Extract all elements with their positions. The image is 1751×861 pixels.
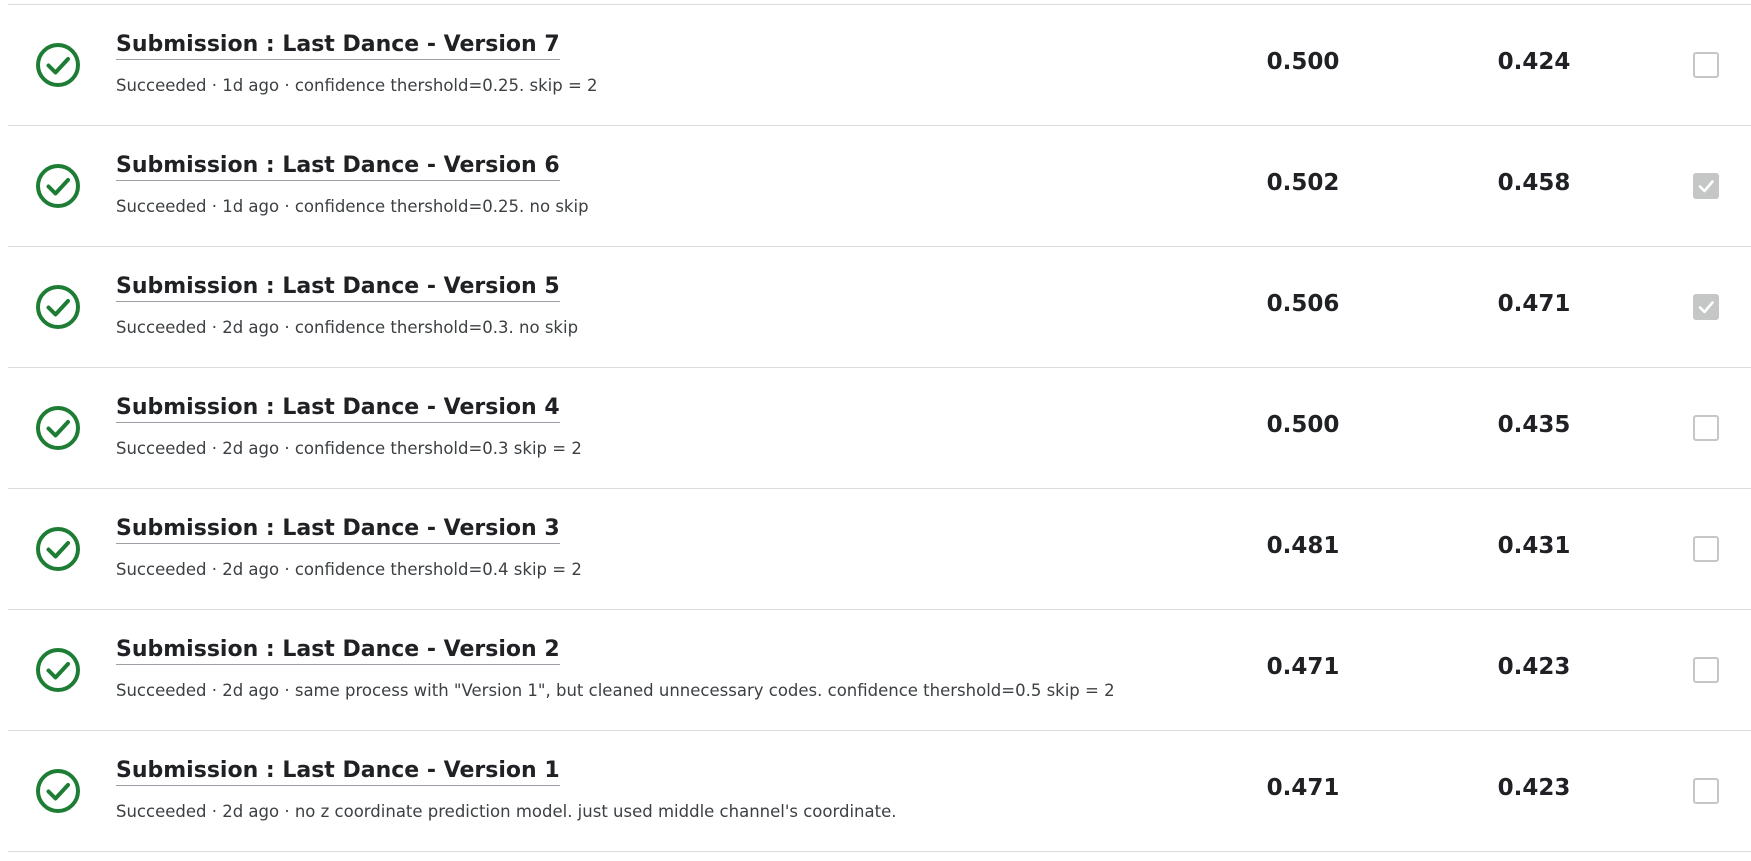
private-score: 0.471 xyxy=(1266,654,1340,680)
select-checkbox[interactable] xyxy=(1693,173,1719,199)
submission-details: Succeeded · 2d ago · confidence thershol… xyxy=(116,318,579,337)
submission-row: Submission : Last Dance - Version 6 Succ… xyxy=(8,126,1751,247)
select-checkbox[interactable] xyxy=(1693,536,1719,562)
public-score: 0.431 xyxy=(1497,533,1571,559)
submissions-list: Submission : Last Dance - Version 7 Succ… xyxy=(8,4,1751,852)
check-circle-icon xyxy=(36,164,80,208)
public-score: 0.424 xyxy=(1497,49,1571,75)
checkmark-icon xyxy=(1698,301,1714,314)
submission-row: Submission : Last Dance - Version 4 Succ… xyxy=(8,368,1751,489)
check-circle-icon xyxy=(36,769,80,813)
submission-details: Succeeded · 1d ago · confidence thershol… xyxy=(116,76,598,95)
public-score: 0.435 xyxy=(1497,412,1571,438)
submission-details: Succeeded · 2d ago · no z coordinate pre… xyxy=(116,802,897,821)
submission-row: Submission : Last Dance - Version 5 Succ… xyxy=(8,247,1751,368)
submission-row: Submission : Last Dance - Version 7 Succ… xyxy=(8,5,1751,126)
public-score: 0.471 xyxy=(1497,291,1571,317)
private-score: 0.506 xyxy=(1266,291,1340,317)
public-score: 0.423 xyxy=(1497,654,1571,680)
submission-title-link[interactable]: Submission : Last Dance - Version 1 xyxy=(116,758,560,787)
submission-details: Succeeded · 2d ago · confidence thershol… xyxy=(116,560,582,579)
check-circle-icon xyxy=(36,406,80,450)
private-score: 0.500 xyxy=(1266,49,1340,75)
submission-title-link[interactable]: Submission : Last Dance - Version 3 xyxy=(116,516,560,545)
public-score: 0.458 xyxy=(1497,170,1571,196)
select-checkbox[interactable] xyxy=(1693,415,1719,441)
submission-title-link[interactable]: Submission : Last Dance - Version 6 xyxy=(116,153,560,182)
private-score: 0.471 xyxy=(1266,775,1340,801)
submission-title-link[interactable]: Submission : Last Dance - Version 5 xyxy=(116,274,560,303)
public-score: 0.423 xyxy=(1497,775,1571,801)
submission-title-link[interactable]: Submission : Last Dance - Version 4 xyxy=(116,395,560,424)
private-score: 0.502 xyxy=(1266,170,1340,196)
private-score: 0.500 xyxy=(1266,412,1340,438)
submission-title-link[interactable]: Submission : Last Dance - Version 2 xyxy=(116,637,560,666)
submission-title-link[interactable]: Submission : Last Dance - Version 7 xyxy=(116,32,560,61)
submission-row: Submission : Last Dance - Version 3 Succ… xyxy=(8,489,1751,610)
select-checkbox[interactable] xyxy=(1693,294,1719,320)
private-score: 0.481 xyxy=(1266,533,1340,559)
submission-details: Succeeded · 2d ago · confidence thershol… xyxy=(116,439,582,458)
submission-row: Submission : Last Dance - Version 1 Succ… xyxy=(8,731,1751,852)
select-checkbox[interactable] xyxy=(1693,657,1719,683)
check-circle-icon xyxy=(36,43,80,87)
check-circle-icon xyxy=(36,648,80,692)
submission-row: Submission : Last Dance - Version 2 Succ… xyxy=(8,610,1751,731)
select-checkbox[interactable] xyxy=(1693,778,1719,804)
check-circle-icon xyxy=(36,285,80,329)
select-checkbox[interactable] xyxy=(1693,52,1719,78)
check-circle-icon xyxy=(36,527,80,571)
submission-details: Succeeded · 2d ago · same process with "… xyxy=(116,681,1115,700)
submission-details: Succeeded · 1d ago · confidence thershol… xyxy=(116,197,589,216)
checkmark-icon xyxy=(1698,180,1714,193)
